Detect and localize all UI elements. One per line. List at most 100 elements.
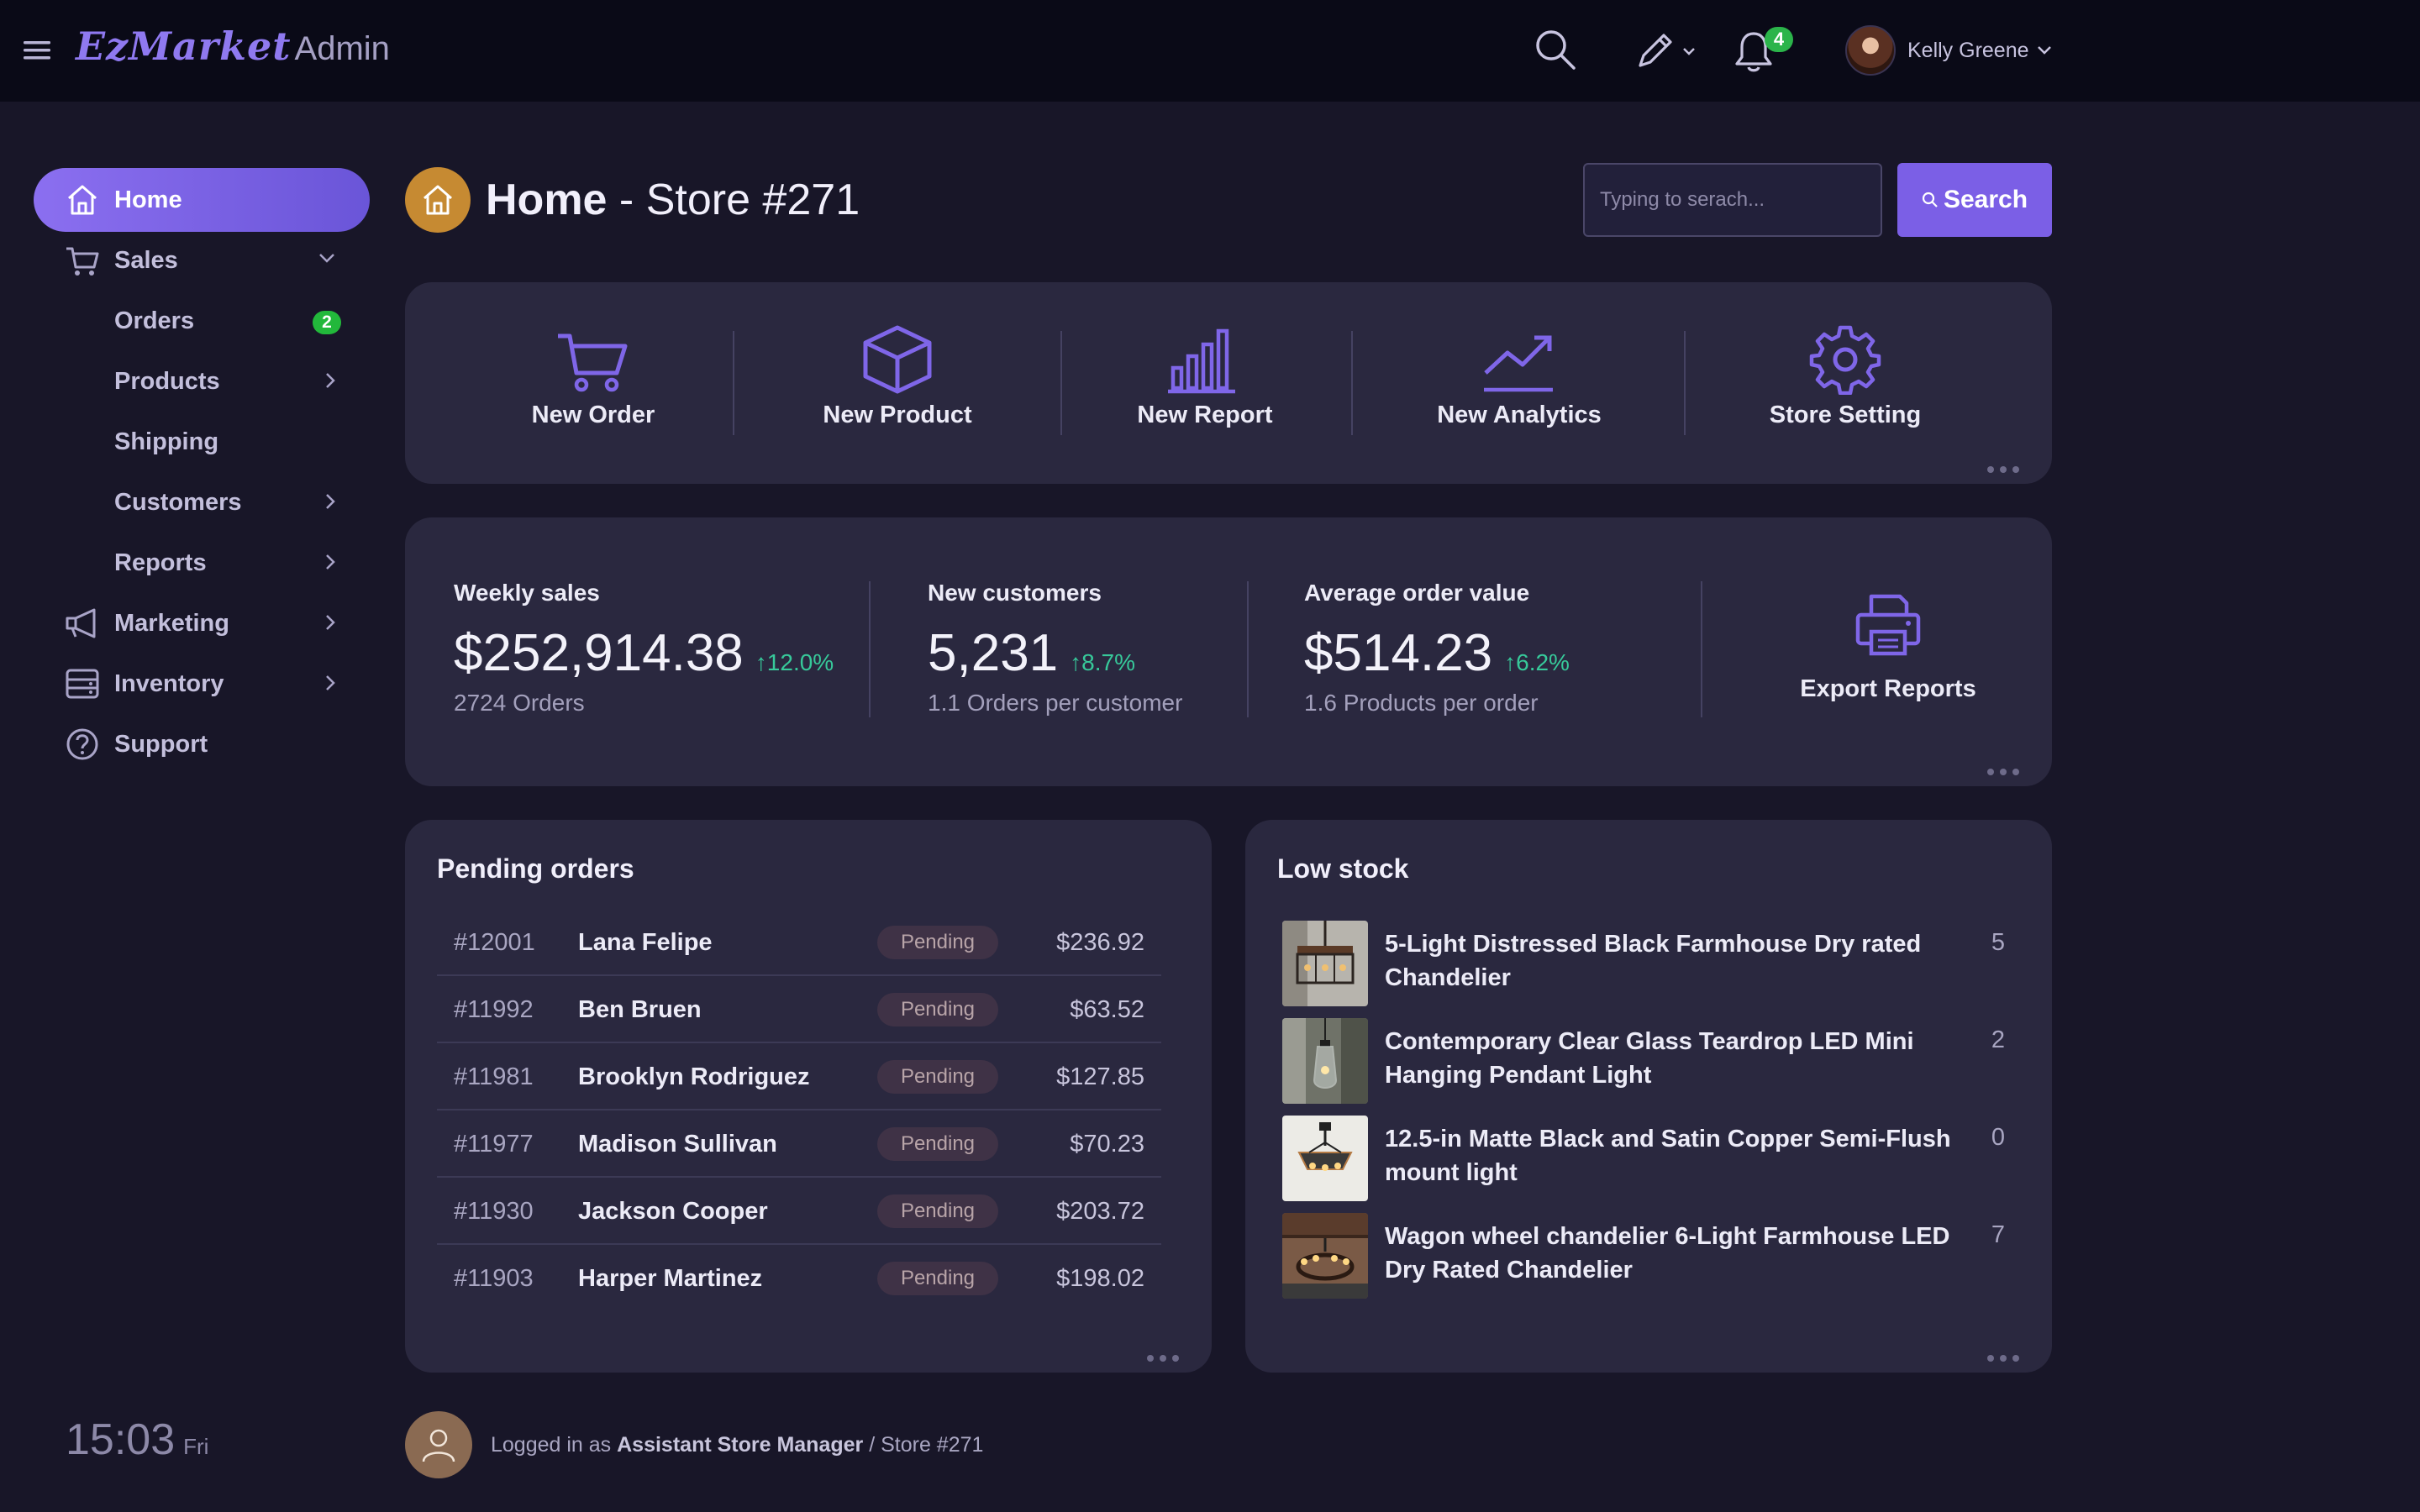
product-thumbnail bbox=[1282, 921, 1368, 1006]
trend-icon bbox=[1484, 335, 1553, 392]
bar-chart-icon bbox=[1168, 328, 1235, 394]
new-order-action[interactable]: New Order bbox=[484, 324, 702, 429]
new-analytics-action[interactable]: New Analytics bbox=[1410, 324, 1628, 429]
customer-name: Brooklyn Rodriguez bbox=[578, 1063, 810, 1090]
table-row[interactable]: #11903 Harper Martinez Pending $198.02 bbox=[437, 1245, 1161, 1312]
card-title: Low stock bbox=[1277, 853, 1409, 884]
divider bbox=[733, 331, 734, 435]
login-status-footer: Logged in as Assistant Store Manager / S… bbox=[405, 1411, 983, 1478]
chevron-right-icon bbox=[326, 373, 335, 388]
stat-value: $514.23 bbox=[1304, 624, 1493, 682]
sidebar-item-label: Inventory bbox=[114, 669, 224, 697]
quick-action-label: New Product bbox=[823, 402, 972, 428]
sidebar-item-orders[interactable]: Orders 2 bbox=[34, 289, 370, 353]
list-item[interactable]: 12.5-in Matte Black and Satin Copper Sem… bbox=[1282, 1116, 2022, 1203]
sidebar-item-label: Home bbox=[114, 186, 182, 213]
order-amount: $198.02 bbox=[1056, 1265, 1144, 1292]
order-id: #12001 bbox=[454, 929, 535, 956]
sidebar-item-label: Marketing bbox=[114, 609, 229, 637]
export-reports-button[interactable]: Export Reports bbox=[1775, 591, 2002, 703]
list-item[interactable]: Contemporary Clear Glass Teardrop LED Mi… bbox=[1282, 1018, 2022, 1105]
divider bbox=[1247, 581, 1249, 717]
stat-title: Weekly sales bbox=[454, 580, 600, 606]
search-icon[interactable] bbox=[1533, 27, 1578, 72]
stat-value: $252,914.38 bbox=[454, 624, 744, 682]
user-avatar bbox=[1845, 25, 1896, 76]
more-options-icon[interactable] bbox=[1986, 768, 2020, 776]
store-setting-action[interactable]: Store Setting bbox=[1736, 324, 1954, 429]
sidebar-item-sales[interactable]: Sales bbox=[34, 228, 370, 292]
stats-card: Weekly sales $252,914.38 ↑12.0% 2724 Ord… bbox=[405, 517, 2052, 786]
user-avatar bbox=[405, 1411, 472, 1478]
stock-quantity: 7 bbox=[1991, 1221, 2005, 1248]
sidebar-item-shipping[interactable]: Shipping bbox=[34, 410, 370, 474]
stat-delta-value: 8.7% bbox=[1081, 649, 1135, 675]
sidebar-item-inventory[interactable]: Inventory bbox=[34, 652, 370, 716]
order-amount: $63.52 bbox=[1070, 996, 1144, 1023]
status-badge: Pending bbox=[877, 1060, 998, 1094]
clock: 15:03 Fri bbox=[66, 1415, 208, 1465]
box-icon bbox=[863, 325, 932, 394]
pencil-dropdown-icon[interactable] bbox=[1634, 29, 1701, 72]
table-row[interactable]: #11977 Madison Sullivan Pending $70.23 bbox=[437, 1110, 1161, 1178]
sidebar: Home Sales Orders 2 Products Shipping Cu… bbox=[0, 102, 387, 1512]
app-logo[interactable]: EzMarket Admin bbox=[76, 24, 390, 77]
table-row[interactable]: #11930 Jackson Cooper Pending $203.72 bbox=[437, 1178, 1161, 1245]
quick-action-label: Store Setting bbox=[1769, 402, 1922, 428]
new-product-action[interactable]: New Product bbox=[788, 324, 1007, 429]
search-input[interactable] bbox=[1583, 163, 1882, 237]
sidebar-item-marketing[interactable]: Marketing bbox=[34, 591, 370, 655]
quick-actions-card: New Order New Product New Report New Ana… bbox=[405, 282, 2052, 484]
status-badge: Pending bbox=[877, 1262, 998, 1295]
new-report-action[interactable]: New Report bbox=[1096, 324, 1314, 429]
customer-name: Harper Martinez bbox=[578, 1265, 763, 1292]
login-status-text: Logged in as Assistant Store Manager / S… bbox=[491, 1433, 983, 1457]
status-badge: Pending bbox=[877, 993, 998, 1026]
sidebar-item-customers[interactable]: Customers bbox=[34, 470, 370, 534]
cart-icon bbox=[66, 247, 99, 276]
product-name: Wagon wheel chandelier 6-Light Farmhouse… bbox=[1385, 1223, 1950, 1284]
chevron-down-icon bbox=[2037, 46, 2051, 55]
home-icon bbox=[424, 185, 452, 215]
login-prefix: Logged in as bbox=[491, 1432, 618, 1457]
sidebar-item-label: Support bbox=[114, 730, 208, 758]
product-thumbnail bbox=[1282, 1116, 1368, 1201]
notification-badge: 4 bbox=[1765, 27, 1793, 52]
table-row[interactable]: #11992 Ben Bruen Pending $63.52 bbox=[437, 976, 1161, 1043]
user-name: Kelly Greene bbox=[1907, 38, 2029, 62]
orders-count-badge: 2 bbox=[313, 311, 341, 334]
more-options-icon[interactable] bbox=[1986, 1354, 2020, 1362]
list-item[interactable]: 5-Light Distressed Black Farmhouse Dry r… bbox=[1282, 921, 2022, 1008]
search-icon bbox=[1922, 192, 1938, 207]
order-amount: $236.92 bbox=[1056, 929, 1144, 956]
user-menu[interactable]: Kelly Greene bbox=[1845, 24, 2053, 77]
table-row[interactable]: #11981 Brooklyn Rodriguez Pending $127.8… bbox=[437, 1043, 1161, 1110]
low-stock-card: Low stock 5-Light Distressed Black Farmh… bbox=[1245, 820, 2052, 1373]
user-icon bbox=[422, 1429, 455, 1462]
sidebar-item-products[interactable]: Products bbox=[34, 349, 370, 413]
export-reports-label: Export Reports bbox=[1800, 675, 1976, 702]
gear-icon bbox=[1809, 325, 1881, 395]
list-item[interactable]: Wagon wheel chandelier 6-Light Farmhouse… bbox=[1282, 1213, 2022, 1300]
stock-quantity: 0 bbox=[1991, 1124, 2005, 1151]
order-amount: $70.23 bbox=[1070, 1131, 1144, 1158]
more-options-icon[interactable] bbox=[1986, 465, 2020, 474]
stat-delta: ↑8.7% bbox=[1070, 649, 1135, 675]
sidebar-item-reports[interactable]: Reports bbox=[34, 531, 370, 595]
sidebar-item-support[interactable]: Support bbox=[34, 712, 370, 776]
more-options-icon[interactable] bbox=[1146, 1354, 1180, 1362]
clock-time: 15:03 bbox=[66, 1415, 176, 1464]
stock-quantity: 2 bbox=[1991, 1026, 2005, 1053]
search-button[interactable]: Search bbox=[1897, 163, 2052, 237]
product-name: 5-Light Distressed Black Farmhouse Dry r… bbox=[1385, 931, 1922, 991]
product-name: 12.5-in Matte Black and Satin Copper Sem… bbox=[1385, 1126, 1951, 1186]
customer-name: Jackson Cooper bbox=[578, 1198, 768, 1225]
stat-value: 5,231 bbox=[928, 624, 1059, 682]
order-id: #11981 bbox=[454, 1063, 534, 1090]
hamburger-menu-icon[interactable] bbox=[22, 35, 52, 66]
order-id: #11977 bbox=[454, 1131, 534, 1158]
table-row[interactable]: #12001 Lana Felipe Pending $236.92 bbox=[437, 909, 1161, 976]
sidebar-item-home[interactable]: Home bbox=[34, 168, 370, 232]
chevron-right-icon bbox=[326, 554, 335, 570]
stat-title: Average order value bbox=[1304, 580, 1530, 606]
